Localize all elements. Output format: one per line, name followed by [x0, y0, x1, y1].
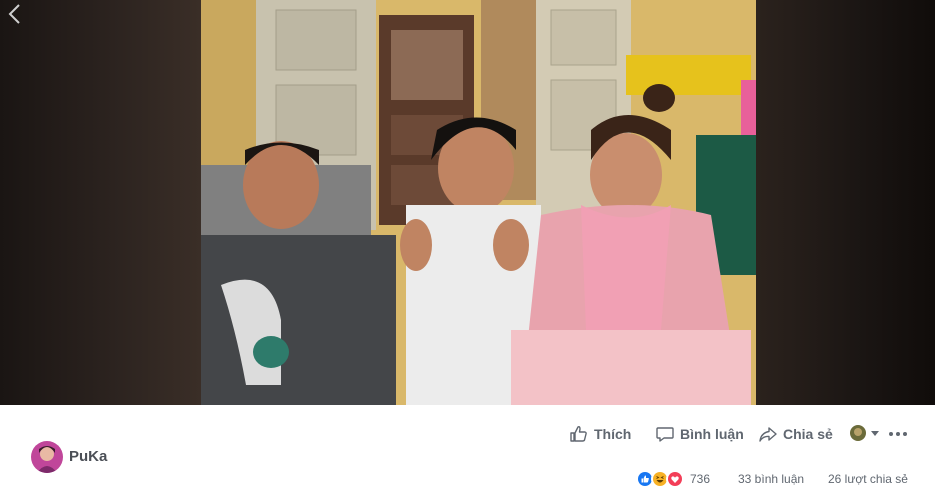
love-reaction-icon [666, 470, 684, 488]
comment-count-link[interactable]: 33 bình luận [738, 472, 804, 486]
like-button[interactable]: Thích [569, 424, 631, 444]
reactions-summary[interactable]: 736 [636, 470, 710, 488]
share-button[interactable]: Chia sẻ [758, 424, 833, 444]
share-arrow-icon [759, 427, 777, 442]
reaction-count: 736 [690, 472, 711, 486]
video-scene-image [201, 0, 756, 405]
page-avatar[interactable] [31, 441, 63, 473]
comment-label: Bình luận [680, 426, 744, 442]
more-options-icon[interactable] [888, 424, 908, 444]
share-label: Chia sẻ [783, 426, 833, 442]
post-as-selector[interactable] [850, 425, 879, 441]
share-count-link[interactable]: 26 lượt chia sẻ [828, 472, 908, 486]
comment-button[interactable]: Bình luận [655, 424, 744, 444]
like-label: Thích [594, 426, 632, 442]
video-frame[interactable] [201, 0, 756, 405]
back-arrow-icon[interactable] [4, 2, 28, 26]
blurred-backdrop-left [0, 0, 201, 405]
mini-avatar-icon [850, 425, 866, 441]
page-name[interactable]: PuKa [69, 448, 107, 465]
media-viewer [0, 0, 935, 405]
thumbs-up-icon [570, 426, 587, 442]
blurred-backdrop-right [756, 0, 935, 405]
comment-bubble-icon [656, 427, 674, 442]
caret-down-icon [871, 430, 879, 436]
